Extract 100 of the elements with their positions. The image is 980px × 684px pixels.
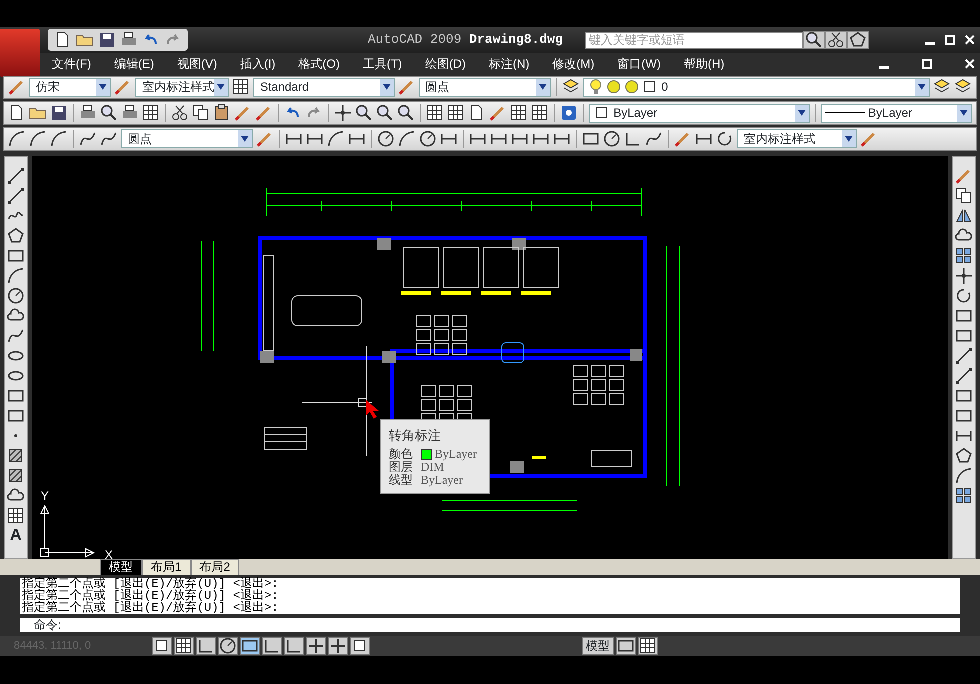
brush-icon[interactable] — [254, 104, 273, 122]
brush-icon[interactable] — [398, 78, 416, 96]
magnifier-icon[interactable] — [396, 104, 415, 122]
drafting-toggle-button[interactable] — [196, 637, 216, 656]
favorites-button[interactable] — [847, 31, 870, 49]
arc-icon[interactable] — [7, 266, 25, 285]
grid-icon[interactable] — [7, 506, 25, 525]
brush-icon[interactable] — [488, 104, 507, 122]
menu-item[interactable]: 视图(V) — [177, 54, 218, 73]
pentagon-icon[interactable] — [7, 226, 25, 245]
array-icon[interactable] — [955, 486, 973, 505]
sun-icon[interactable] — [622, 78, 641, 96]
grid-icon[interactable] — [446, 104, 465, 122]
layout-button[interactable] — [638, 637, 658, 656]
dropdown-caret-icon[interactable] — [214, 78, 228, 96]
model-space-button[interactable]: 模型 — [582, 637, 614, 656]
circle-icon[interactable] — [419, 130, 437, 148]
dropdown-caret-icon[interactable] — [536, 78, 550, 96]
copy-icon[interactable] — [192, 104, 210, 122]
scissors-icon[interactable] — [170, 104, 189, 122]
layout-tab[interactable]: 布局2 — [190, 559, 240, 576]
rotate-icon[interactable] — [955, 286, 973, 305]
save-icon[interactable] — [98, 31, 116, 49]
grid-icon[interactable] — [142, 104, 160, 122]
sun-icon[interactable] — [604, 78, 623, 96]
dimension-style-dropdown[interactable]: 室内标注样式 — [135, 78, 230, 97]
copy-icon[interactable] — [955, 186, 973, 205]
layout-button[interactable] — [616, 637, 636, 656]
arc-icon[interactable] — [398, 130, 416, 148]
drafting-toggle-button[interactable] — [152, 637, 172, 656]
drafting-toggle-button[interactable] — [306, 637, 326, 656]
table-style-dropdown[interactable]: Standard — [253, 78, 395, 97]
line-icon[interactable] — [955, 366, 973, 385]
communication-center-button[interactable] — [825, 31, 848, 49]
multileader-style-dropdown[interactable]: 圆点 — [121, 129, 253, 148]
menu-item[interactable]: 标注(N) — [488, 54, 530, 73]
menu-item[interactable]: 工具(T) — [362, 54, 402, 73]
dropdown-caret-icon[interactable] — [238, 130, 252, 148]
menu-item[interactable]: 文件(F) — [52, 54, 92, 73]
drawing-canvas[interactable]: Y X 转角标注 颜色 ByLayer 图层 DIM 线型 ByLayer — [32, 156, 948, 560]
drafting-toggle-button[interactable] — [174, 637, 194, 656]
dropdown-caret-icon[interactable] — [96, 78, 110, 96]
dropdown-caret-icon[interactable] — [956, 104, 971, 122]
move-arrows-icon[interactable] — [955, 266, 973, 285]
search-button[interactable] — [803, 31, 826, 49]
dimension-style-dropdown[interactable]: 室内标注样式 — [737, 129, 857, 148]
arc-icon[interactable] — [29, 130, 47, 148]
drafting-toggle-button[interactable] — [328, 637, 348, 656]
layout-tab[interactable]: 布局1 — [142, 559, 191, 576]
array-icon[interactable] — [955, 246, 973, 265]
drafting-toggle-button[interactable] — [218, 637, 238, 656]
multiline-text-tool[interactable]: A — [10, 526, 22, 545]
dropdown-caret-icon[interactable] — [380, 78, 394, 96]
dropdown-caret-icon[interactable] — [915, 78, 930, 96]
line-icon[interactable] — [7, 186, 25, 205]
drafting-toggle-button[interactable] — [284, 637, 304, 656]
grid-icon[interactable] — [530, 104, 549, 122]
search-field[interactable]: 键入关键字或短语 — [585, 32, 804, 48]
menu-item[interactable]: 格式(O) — [298, 54, 340, 73]
multileader-style-dropdown[interactable]: 圆点 — [418, 78, 551, 97]
clipboard-icon[interactable] — [212, 104, 231, 122]
color-dropdown[interactable]: ByLayer — [588, 104, 810, 123]
circle-icon[interactable] — [7, 286, 25, 305]
pentagon-icon[interactable] — [955, 446, 973, 465]
magnifier-icon[interactable] — [354, 104, 373, 122]
hatch-icon[interactable] — [7, 466, 25, 485]
menu-item[interactable]: 修改(M) — [552, 54, 595, 73]
hatch-icon[interactable] — [7, 446, 25, 465]
menu-item[interactable]: 绘图(D) — [425, 54, 466, 73]
drafting-toggle-button[interactable] — [240, 637, 260, 656]
grid-icon[interactable] — [426, 104, 444, 122]
linetype-dropdown[interactable]: ByLayer — [821, 104, 972, 123]
text-style-dropdown[interactable]: 仿宋 — [29, 78, 112, 97]
arc-icon[interactable] — [327, 130, 345, 148]
line-icon[interactable] — [7, 166, 25, 185]
arc-icon[interactable] — [50, 130, 68, 148]
menu-item[interactable]: 插入(I) — [240, 54, 276, 73]
rotate-icon[interactable] — [716, 130, 734, 148]
command-prompt-field[interactable]: 命令: — [20, 618, 960, 632]
magnifier-icon[interactable] — [100, 104, 118, 122]
grid-icon[interactable] — [232, 78, 250, 96]
magnifier-icon[interactable] — [376, 104, 394, 122]
save-icon[interactable] — [50, 104, 68, 122]
arc-icon[interactable] — [8, 130, 26, 148]
menu-item[interactable]: 窗口(W) — [618, 54, 661, 73]
arc-icon[interactable] — [955, 466, 973, 485]
circle-icon[interactable] — [377, 130, 395, 148]
move-arrows-icon[interactable] — [334, 104, 352, 122]
grid-icon[interactable] — [510, 104, 528, 122]
brush-icon[interactable] — [8, 78, 26, 96]
menu-item[interactable]: 帮助(H) — [684, 54, 725, 73]
drafting-toggle-button[interactable] — [262, 637, 282, 656]
drafting-toggle-button[interactable] — [350, 637, 370, 656]
brush-icon[interactable] — [234, 104, 252, 122]
circle-icon[interactable] — [603, 130, 621, 148]
line-icon[interactable] — [955, 346, 973, 365]
dropdown-caret-icon[interactable] — [842, 130, 856, 148]
layout-tab[interactable]: 模型 — [100, 559, 142, 576]
layer-dropdown[interactable]: 0 — [582, 78, 930, 97]
menu-item[interactable]: 编辑(E) — [114, 54, 154, 73]
